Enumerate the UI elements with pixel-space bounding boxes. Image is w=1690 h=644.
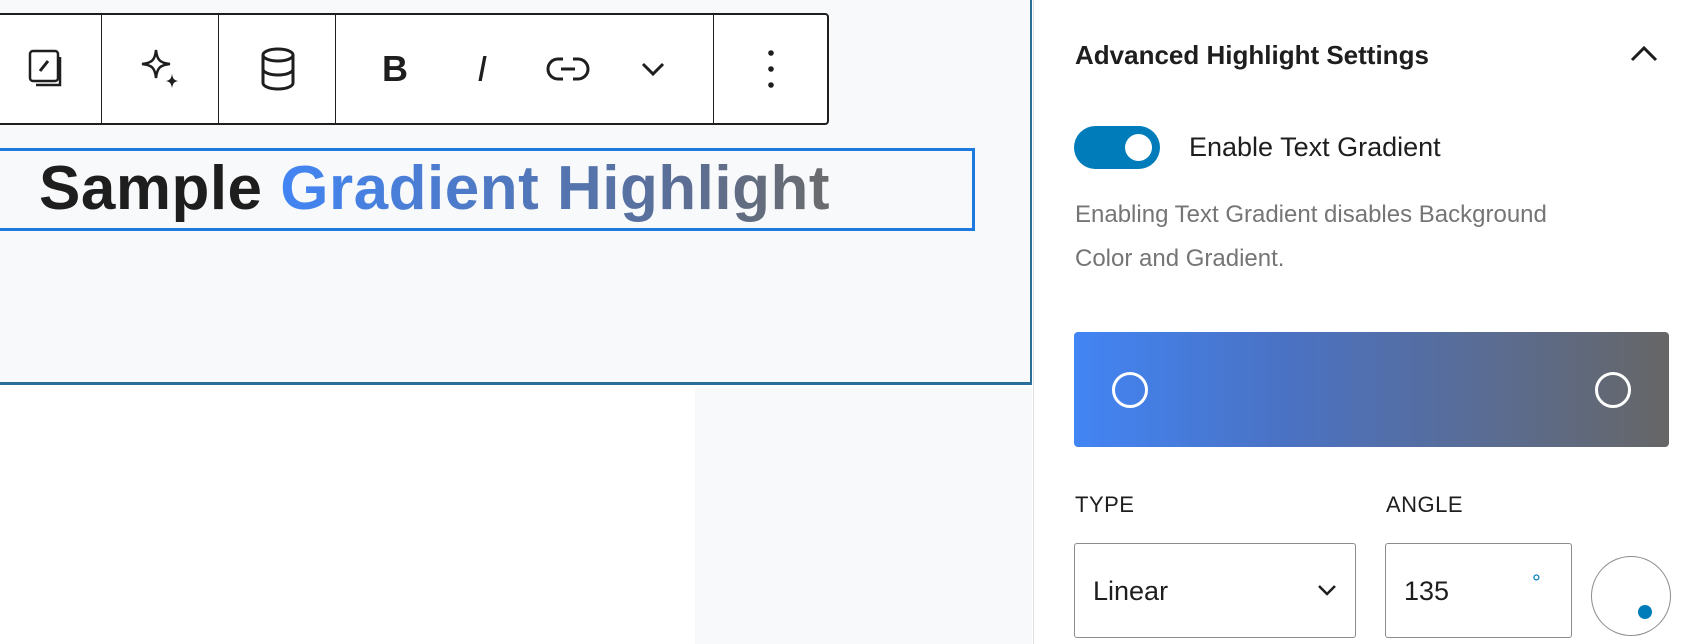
options-button[interactable]: [743, 15, 799, 123]
link-icon: [546, 57, 590, 81]
more-options-icon: [768, 50, 774, 88]
more-formats-button[interactable]: [625, 15, 681, 123]
gradient-type-select[interactable]: Linear: [1074, 543, 1356, 638]
type-label: TYPE: [1075, 492, 1135, 517]
block-toolbar: B I: [0, 13, 829, 125]
toolbar-divider: [101, 15, 102, 123]
heading-text[interactable]: Sample Gradient Highlight: [39, 153, 830, 225]
gradient-preview-bar[interactable]: [1074, 332, 1669, 447]
panel-title[interactable]: Advanced Highlight Settings: [1075, 40, 1429, 71]
type-value: Linear: [1093, 576, 1169, 606]
angle-indicator: [1638, 605, 1652, 619]
italic-button[interactable]: I: [454, 15, 510, 123]
selected-heading-block[interactable]: Sample Gradient Highlight: [0, 148, 975, 231]
bold-icon: B: [382, 48, 408, 89]
image-style-icon: [28, 49, 62, 87]
chevron-up-icon: [1630, 45, 1658, 62]
dynamic-data-button[interactable]: [250, 15, 306, 123]
italic-icon: I: [476, 48, 487, 89]
database-icon: [261, 47, 295, 91]
collapse-panel-button[interactable]: [1624, 40, 1664, 70]
toolbar-divider: [713, 15, 714, 123]
help-text: Enabling Text Gradient disables Backgrou…: [1075, 201, 1547, 272]
ai-button[interactable]: [133, 15, 189, 123]
angle-picker-dial[interactable]: [1591, 556, 1671, 636]
gradient-stop-end[interactable]: [1595, 372, 1631, 408]
editor-margin: [695, 388, 1032, 644]
link-button[interactable]: [540, 15, 596, 123]
degree-unit: °: [1532, 570, 1541, 595]
chevron-down-icon: [1318, 585, 1336, 596]
sparkle-icon: [141, 49, 178, 88]
settings-sidebar: Advanced Highlight Settings Enable Text …: [1033, 0, 1690, 644]
image-style-button[interactable]: [18, 15, 74, 123]
enable-text-gradient-toggle[interactable]: [1074, 126, 1160, 169]
toggle-knob: [1125, 134, 1152, 161]
toolbar-divider: [218, 15, 219, 123]
editor-canvas: B I Sample Gradient Highlight: [0, 0, 1032, 385]
angle-value: 135: [1404, 576, 1450, 606]
heading-plain: Sample: [39, 154, 263, 223]
toggle-label[interactable]: Enable Text Gradient: [1189, 132, 1441, 163]
gradient-stop-start[interactable]: [1112, 372, 1148, 408]
heading-gradient-highlight: Gradient Highlight: [280, 154, 831, 223]
angle-label: ANGLE: [1386, 492, 1464, 517]
toolbar-divider: [335, 15, 336, 123]
angle-input[interactable]: 135 °: [1385, 543, 1572, 638]
bold-button[interactable]: B: [367, 15, 423, 123]
chevron-down-icon: [641, 62, 665, 77]
